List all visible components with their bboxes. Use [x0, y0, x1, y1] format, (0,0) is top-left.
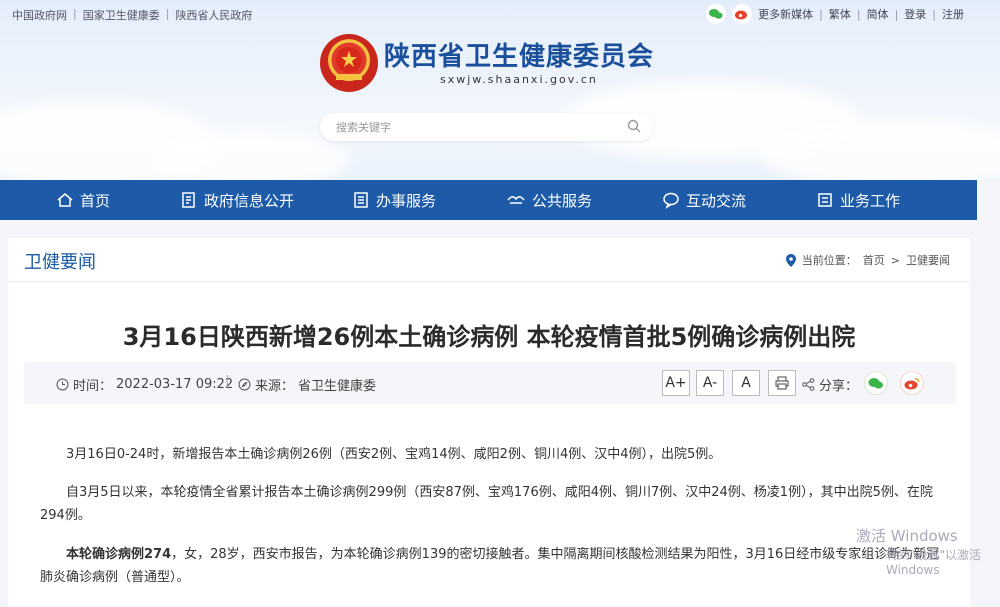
nav-item-public-service[interactable]: 公共服务	[506, 180, 592, 220]
compass-icon	[238, 378, 251, 391]
article-paragraph: 本轮确诊病例274，女，28岁，西安市报告，为本轮确诊病例139的密切接触者。集…	[40, 543, 940, 589]
nav-label: 首页	[80, 191, 111, 210]
time-label: 时间：	[73, 379, 113, 394]
site-domain: sxwjw.shaanxi.gov.cn	[440, 73, 598, 86]
nav-label: 办事服务	[376, 191, 437, 210]
divider: |	[165, 7, 170, 20]
nav-item-gov-info[interactable]: 政府信息公开	[180, 180, 294, 220]
nav-label: 互动交流	[686, 191, 747, 210]
font-normal-button[interactable]: A	[732, 370, 760, 396]
nav-item-services[interactable]: 办事服务	[352, 180, 436, 220]
main-nav: 首页 政府信息公开 办事服务 公共服务 互动交流 业务工作	[0, 180, 977, 220]
briefcase-icon	[818, 193, 832, 207]
wechat-icon	[868, 377, 883, 389]
case-number: 本轮确诊病例274	[66, 547, 172, 562]
weibo-icon[interactable]	[732, 4, 753, 24]
divider: |	[932, 7, 936, 21]
share-weibo-button[interactable]	[900, 371, 924, 395]
divider: |	[856, 7, 861, 21]
traditional-chinese-link[interactable]: 繁体	[829, 6, 851, 22]
divider: |	[894, 7, 899, 21]
article-paragraph: 自3月5日以来，本轮疫情全省累计报告本土确诊病例299例（西安87例、宝鸡176…	[40, 485, 933, 523]
source-value: 省卫生健康委	[298, 379, 377, 394]
share-wechat-button[interactable]	[864, 371, 888, 395]
case-detail: ，女，28岁，西安市报告，为本轮确诊病例139的密切接触者。集中隔离期间核酸检测…	[40, 547, 940, 585]
breadcrumb: 当前位置： 首页 > 卫健要闻	[785, 252, 950, 268]
divider: |	[73, 7, 77, 20]
nav-item-home[interactable]: 首页	[56, 180, 110, 220]
share-section: 分享：	[802, 375, 858, 394]
simplified-chinese-link[interactable]: 简体	[867, 6, 889, 22]
home-icon	[57, 193, 73, 207]
share-label: 分享：	[819, 379, 859, 394]
article-meta-bar: 时间： 2022-03-17 09:22 | 来源： 省卫生健康委 A+ A- …	[24, 362, 956, 404]
nav-item-business[interactable]: 业务工作	[816, 180, 900, 220]
section-title: 卫健要闻	[24, 252, 96, 273]
link-gov-cn[interactable]: 中国政府网	[12, 7, 67, 23]
weibo-icon	[904, 377, 920, 389]
list-icon	[354, 192, 368, 208]
service-icon	[507, 196, 525, 204]
nav-label: 政府信息公开	[204, 191, 295, 210]
breadcrumb-prefix: 当前位置：	[801, 254, 857, 267]
breadcrumb-home[interactable]: 首页	[863, 252, 885, 268]
more-media-link[interactable]: 更多新媒体	[758, 6, 813, 22]
windows-activation-subtext: 转到"设置"以激活 Windows	[886, 548, 982, 577]
clock-icon	[56, 378, 69, 391]
share-icon	[802, 378, 815, 391]
divider: |	[819, 7, 823, 21]
location-pin-icon	[785, 253, 796, 267]
article-paragraph: 3月16日0-24时，新增报告本土确诊病例26例（西安2例、宝鸡14例、咸阳2例…	[66, 447, 722, 462]
article-source: 来源： 省卫生健康委	[238, 375, 376, 394]
printer-icon	[775, 376, 789, 390]
font-increase-button[interactable]: A+	[662, 370, 690, 396]
content-panel: 卫健要闻 当前位置： 首页 > 卫健要闻 3月16日陕西新增26例本土确诊病例 …	[8, 238, 970, 607]
section-header: 卫健要闻 当前位置： 首页 > 卫健要闻	[8, 238, 970, 282]
publish-time: 时间： 2022-03-17 09:22	[56, 375, 233, 394]
source-label: 来源：	[255, 379, 295, 394]
print-button[interactable]	[768, 370, 796, 396]
top-right-links: 更多新媒体 | 繁体 | 简体 | 登录 | 注册	[706, 4, 964, 24]
breadcrumb-current[interactable]: 卫健要闻	[906, 252, 950, 268]
national-emblem-logo[interactable]	[320, 34, 378, 92]
breadcrumb-separator: >	[890, 253, 900, 267]
search-icon[interactable]	[627, 118, 641, 137]
top-links: 中国政府网 | 国家卫生健康委 | 陕西省人民政府	[12, 7, 252, 23]
search-box	[320, 113, 653, 141]
font-decrease-button[interactable]: A-	[696, 370, 724, 396]
link-shaanxi-gov[interactable]: 陕西省人民政府	[175, 7, 252, 23]
nav-label: 业务工作	[840, 191, 901, 210]
site-title[interactable]: 陕西省卫生健康委员会	[384, 36, 654, 73]
nav-item-interaction[interactable]: 互动交流	[662, 180, 746, 220]
site-header: 中国政府网 | 国家卫生健康委 | 陕西省人民政府 更多新媒体 | 繁体 | 简…	[0, 0, 1000, 180]
divider: |	[225, 374, 230, 389]
time-value: 2022-03-17 09:22	[116, 377, 234, 392]
article-title: 3月16日陕西新增26例本土确诊病例 本轮疫情首批5例确诊病例出院	[122, 323, 856, 351]
register-link[interactable]: 注册	[942, 6, 964, 22]
login-link[interactable]: 登录	[904, 6, 926, 22]
wechat-icon[interactable]	[706, 4, 727, 24]
nav-label: 公共服务	[532, 191, 593, 210]
chat-icon	[663, 192, 679, 209]
windows-activation-watermark: 激活 Windows	[856, 527, 958, 545]
search-input[interactable]	[336, 120, 627, 134]
link-nhc[interactable]: 国家卫生健康委	[83, 7, 160, 23]
document-icon	[182, 192, 195, 208]
